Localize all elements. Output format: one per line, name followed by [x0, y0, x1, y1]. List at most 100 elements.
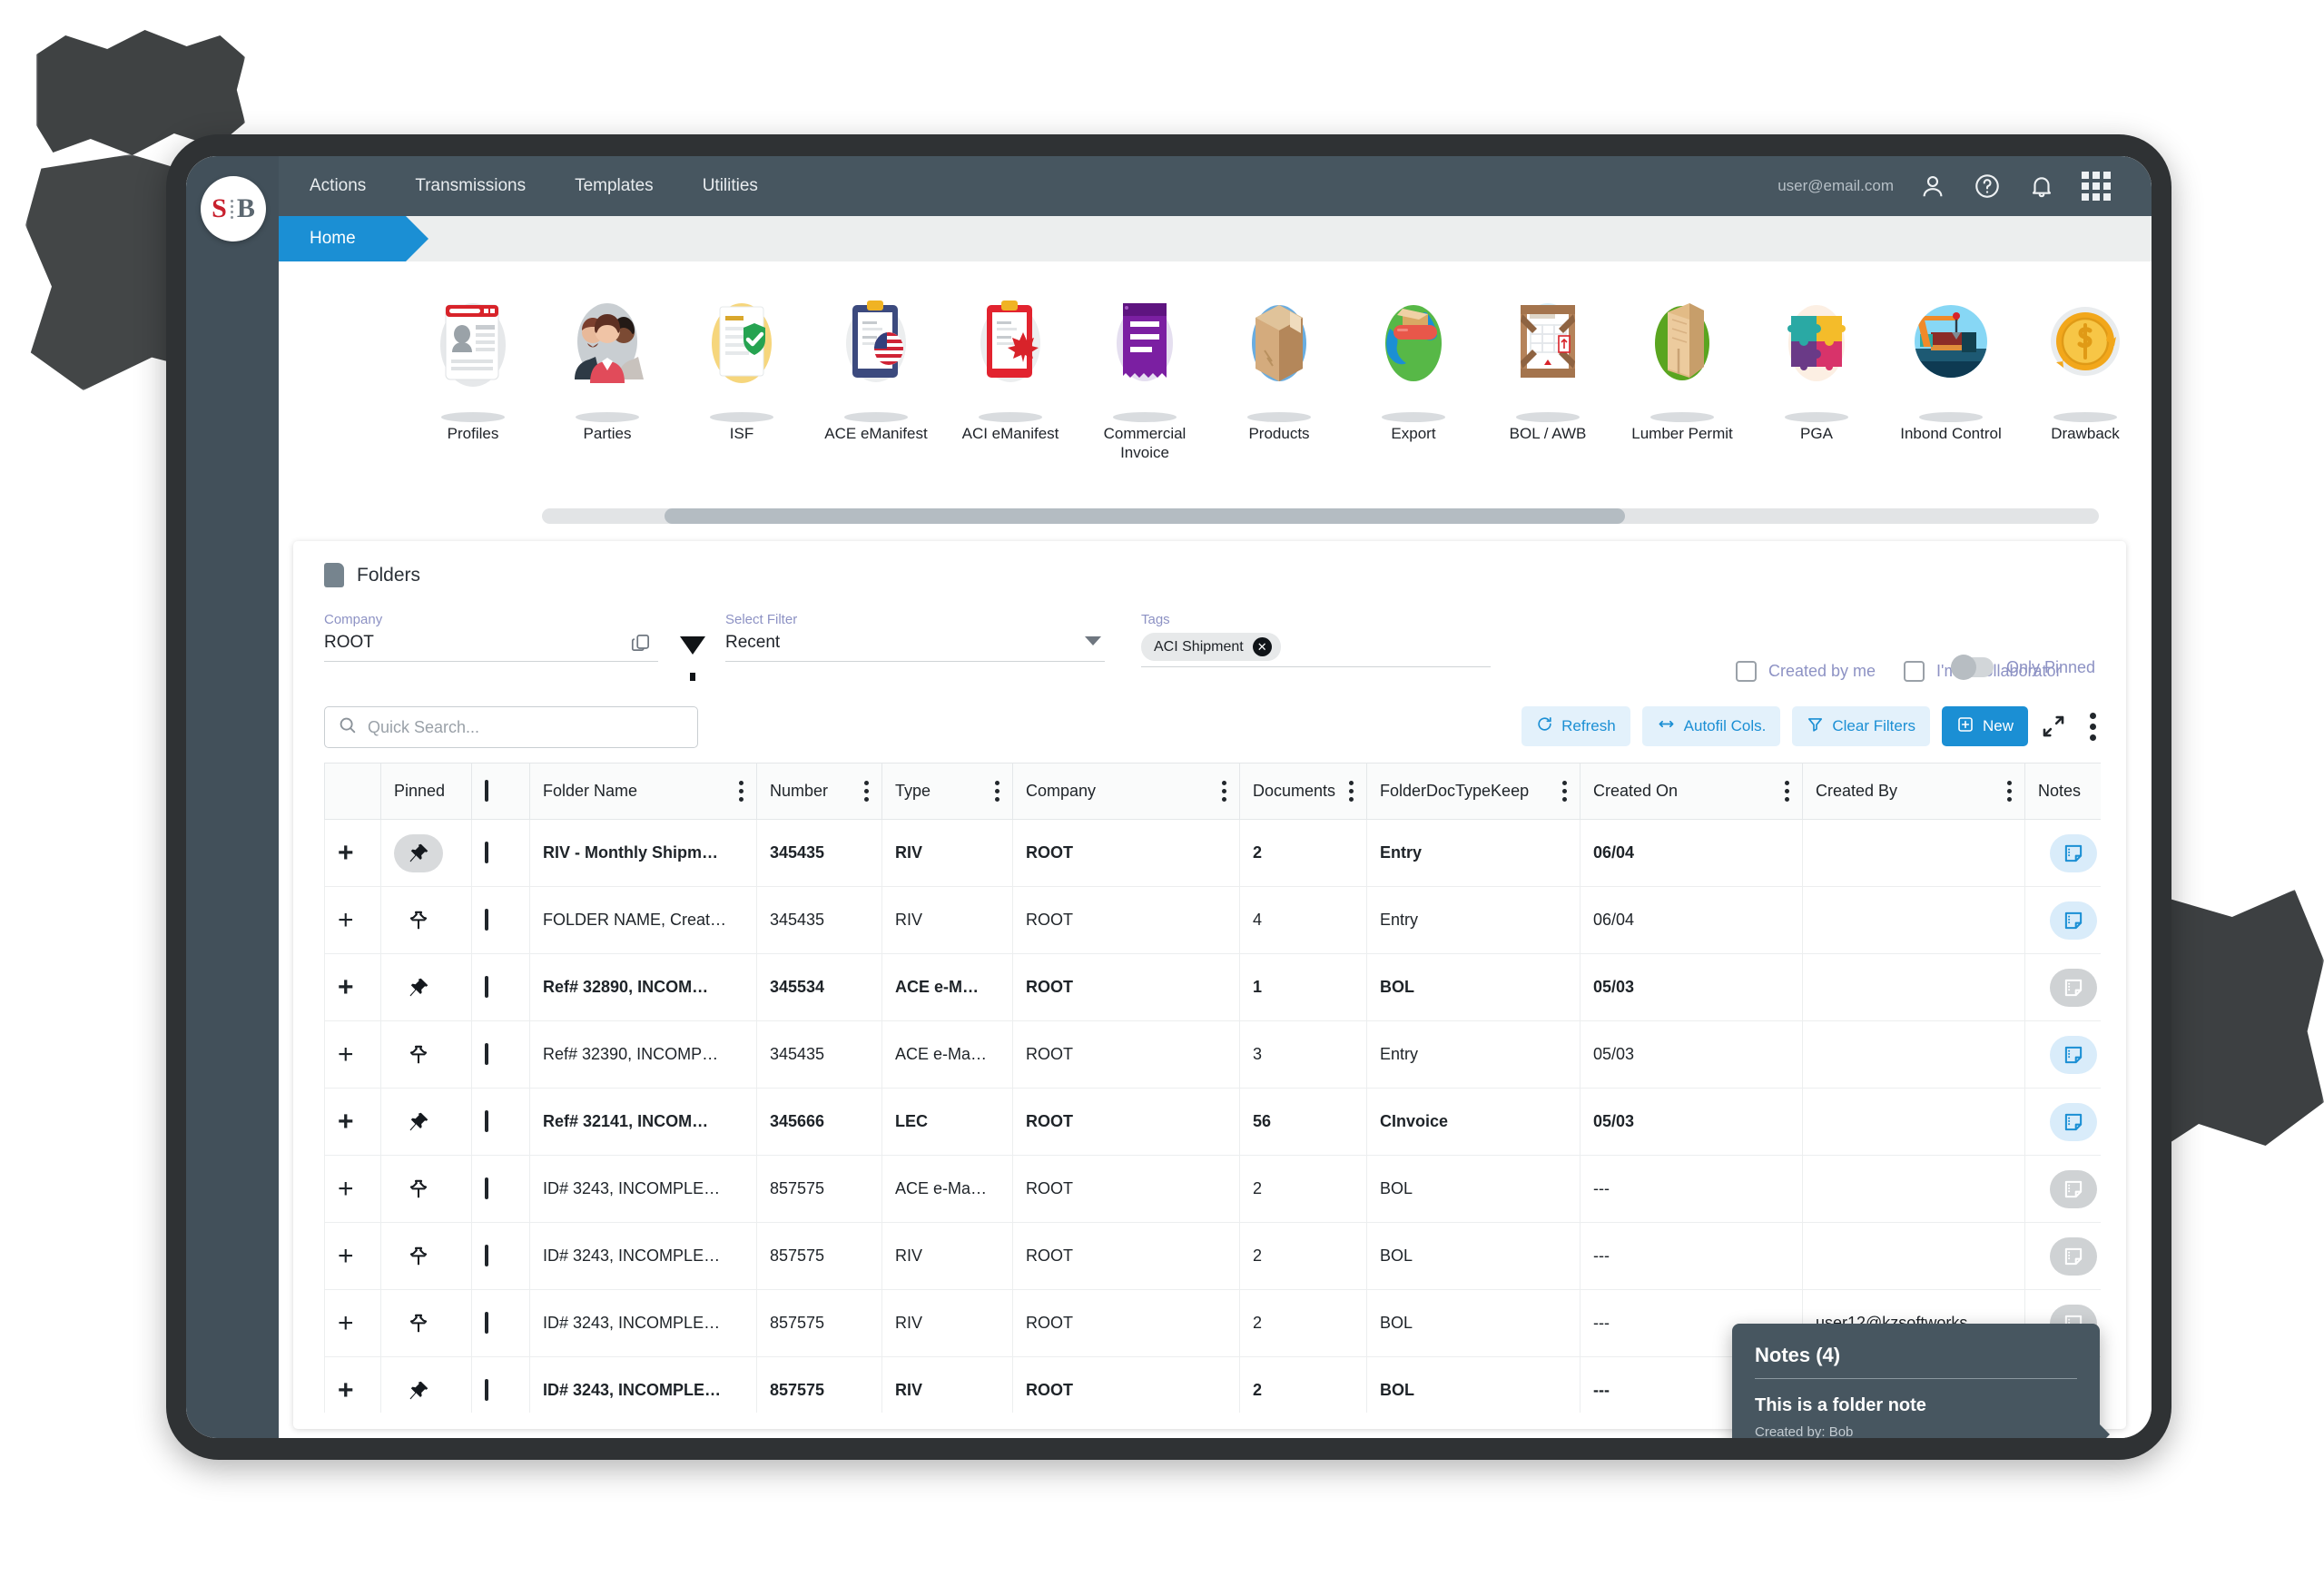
- table-row[interactable]: + Ref# 32890, INCOM… 345534 ACE e-M… ROOT 1 BO…: [324, 953, 2101, 1021]
- cell-notes[interactable]: [2024, 953, 2101, 1021]
- cell-expand[interactable]: +: [324, 1020, 381, 1089]
- cell-select[interactable]: [471, 953, 530, 1021]
- th-company[interactable]: Company: [1012, 763, 1240, 820]
- kebab-menu-icon[interactable]: [2079, 712, 2101, 741]
- cell-pinned[interactable]: [380, 1222, 472, 1290]
- tag-chip[interactable]: ACI Shipment ✕: [1141, 633, 1281, 661]
- notification-bell-icon[interactable]: [2026, 171, 2057, 202]
- quicklaunch-parties[interactable]: Parties: [540, 278, 675, 463]
- menu-item-templates[interactable]: Templates: [550, 156, 678, 216]
- company-field[interactable]: Company ROOT: [324, 612, 658, 662]
- cell-pinned[interactable]: [380, 1356, 472, 1413]
- cell-notes[interactable]: [2024, 1222, 2101, 1290]
- new-button[interactable]: New: [1941, 706, 2028, 746]
- table-row[interactable]: + FOLDER NAME, Creat… 345435 RIV ROOT 4 Entry 0…: [324, 886, 2101, 954]
- column-menu-icon[interactable]: [1349, 781, 1354, 802]
- table-row[interactable]: + Ref# 32390, INCOMP… 345435 ACE e-Ma… ROOT 3…: [324, 1020, 2101, 1089]
- pin-icon[interactable]: [394, 1036, 443, 1074]
- checkbox-icon[interactable]: [485, 1312, 488, 1334]
- cell-notes[interactable]: [2024, 1020, 2101, 1089]
- cell-pinned[interactable]: [380, 1020, 472, 1089]
- cell-notes[interactable]: [2024, 886, 2101, 954]
- th-created-by[interactable]: Created By: [1802, 763, 2025, 820]
- menu-item-transmissions[interactable]: Transmissions: [390, 156, 550, 216]
- clear-filters-button[interactable]: Clear Filters: [1792, 706, 1930, 746]
- menu-item-actions[interactable]: Actions: [279, 156, 390, 216]
- cell-expand[interactable]: +: [324, 1356, 381, 1413]
- checkbox-icon[interactable]: [485, 780, 488, 802]
- checkbox-icon[interactable]: [485, 1177, 488, 1199]
- cell-select[interactable]: [471, 1088, 530, 1156]
- note-icon[interactable]: [2050, 968, 2097, 1007]
- th-folderdoctypekeep[interactable]: FolderDocTypeKeep: [1366, 763, 1581, 820]
- expand-row-icon[interactable]: +: [338, 1039, 354, 1069]
- cell-expand[interactable]: +: [324, 1289, 381, 1357]
- expand-row-icon[interactable]: +: [338, 1308, 354, 1338]
- expand-diagonal-icon[interactable]: [2040, 713, 2067, 740]
- pin-icon[interactable]: [394, 1103, 443, 1141]
- horizontal-scrollbar-thumb[interactable]: [665, 508, 1625, 524]
- quicklaunch-export[interactable]: Export: [1346, 278, 1481, 463]
- th-created-on[interactable]: Created On: [1580, 763, 1803, 820]
- cell-expand[interactable]: +: [324, 1088, 381, 1156]
- select-filter-field[interactable]: Select Filter Recent: [725, 612, 1105, 662]
- checkbox-icon[interactable]: [485, 1110, 488, 1132]
- column-menu-icon[interactable]: [2007, 781, 2012, 802]
- quicklaunch-commercial-invoice[interactable]: Commercial Invoice: [1078, 278, 1212, 463]
- expand-row-icon[interactable]: +: [338, 972, 354, 1002]
- pin-icon[interactable]: [394, 833, 443, 872]
- horizontal-scrollbar-track[interactable]: [542, 508, 2099, 524]
- checkbox-icon[interactable]: [485, 842, 488, 863]
- cell-expand[interactable]: +: [324, 1222, 381, 1290]
- cell-select[interactable]: [471, 1356, 530, 1413]
- column-menu-icon[interactable]: [864, 781, 869, 802]
- cell-select[interactable]: [471, 886, 530, 954]
- refresh-button[interactable]: Refresh: [1521, 706, 1630, 746]
- table-row[interactable]: + ID# 3243, INCOMPLE… 857575 ACE e-Ma… ROOT 2…: [324, 1155, 2101, 1223]
- th-documents[interactable]: Documents: [1239, 763, 1367, 820]
- cell-pinned[interactable]: [380, 819, 472, 887]
- cell-expand[interactable]: +: [324, 886, 381, 954]
- tags-field[interactable]: Tags ACI Shipment ✕: [1141, 612, 1491, 667]
- column-menu-icon[interactable]: [1222, 781, 1226, 802]
- quicklaunch-profiles[interactable]: Profiles: [406, 278, 540, 463]
- quicklaunch-ace-emanifest[interactable]: ACE eManifest: [809, 278, 943, 463]
- checkbox-icon[interactable]: [485, 1245, 488, 1266]
- cell-notes[interactable]: [2024, 1155, 2101, 1223]
- note-icon[interactable]: [2050, 1236, 2097, 1276]
- checkbox-icon[interactable]: [485, 976, 488, 998]
- cell-select[interactable]: [471, 1222, 530, 1290]
- user-icon[interactable]: [1917, 171, 1948, 202]
- expand-row-icon[interactable]: +: [338, 1174, 354, 1204]
- app-logo[interactable]: S B: [201, 176, 266, 241]
- chevron-down-icon[interactable]: [1085, 636, 1101, 645]
- table-row[interactable]: + Ref# 32141, INCOM… 345666 LEC ROOT 56 CInvoi…: [324, 1088, 2101, 1156]
- note-icon[interactable]: [2050, 833, 2097, 872]
- quick-search-box[interactable]: [324, 706, 698, 748]
- expand-row-icon[interactable]: +: [338, 905, 354, 935]
- quicklaunch-bol-awb[interactable]: BOL / AWB: [1481, 278, 1615, 463]
- pin-icon[interactable]: [394, 1305, 443, 1343]
- cell-pinned[interactable]: [380, 1088, 472, 1156]
- cell-select[interactable]: [471, 819, 530, 887]
- close-circle-icon[interactable]: ✕: [1252, 637, 1272, 656]
- autofil-cols-button[interactable]: Autofil Cols.: [1641, 706, 1781, 746]
- menu-item-utilities[interactable]: Utilities: [678, 156, 783, 216]
- tab-home[interactable]: Home: [279, 216, 428, 261]
- quicklaunch-aci-emanifest[interactable]: ACI eManifest: [943, 278, 1078, 463]
- table-row[interactable]: + RIV - Monthly Shipm… 345435 RIV ROOT 2 Entry…: [324, 819, 2101, 887]
- checkbox-icon[interactable]: [485, 1043, 488, 1065]
- app-grid-icon[interactable]: [2081, 171, 2112, 202]
- pin-icon[interactable]: [394, 901, 443, 940]
- copy-icon[interactable]: [629, 631, 653, 660]
- help-icon[interactable]: [1972, 171, 2003, 202]
- th-type[interactable]: Type: [881, 763, 1013, 820]
- cell-notes[interactable]: [2024, 819, 2101, 887]
- cell-pinned[interactable]: [380, 886, 472, 954]
- quicklaunch-inbond-control[interactable]: Inbond Control: [1884, 278, 2018, 463]
- cell-select[interactable]: [471, 1289, 530, 1357]
- pin-icon[interactable]: [394, 1170, 443, 1208]
- filter-funnel-icon[interactable]: [680, 636, 705, 681]
- pin-icon[interactable]: [394, 1237, 443, 1276]
- table-row[interactable]: + ID# 3243, INCOMPLE… 857575 RIV ROOT 2 BOL ---: [324, 1222, 2101, 1290]
